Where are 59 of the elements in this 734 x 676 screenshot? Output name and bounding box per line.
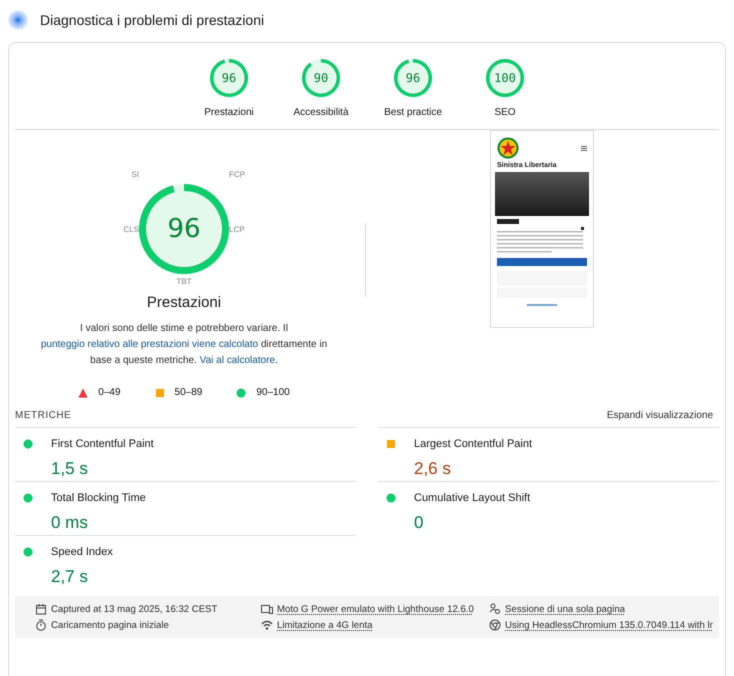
gauge-label: LCP xyxy=(229,224,245,234)
info-link[interactable]: Moto G Power emulato with Lighthouse 12.6.0 xyxy=(277,604,474,614)
text-link[interactable]: punteggio relativo alle prestazioni viene calcolato xyxy=(40,339,258,350)
menu-icon xyxy=(581,146,587,150)
square-icon xyxy=(154,388,165,398)
lighthouse-icon xyxy=(8,10,28,30)
description-text: I valori sono delle stime e potrebbero variare. Il punteggio relativo alle prestazioni viene calcolato direttamente in base a queste metriche. Vai al calcolatore. xyxy=(40,322,328,368)
category-label: SEO xyxy=(494,107,516,118)
timer-icon xyxy=(35,619,47,631)
metrics-heading: METRICHE xyxy=(15,410,72,421)
metric-value: 2,6 s xyxy=(414,458,452,479)
circle-icon xyxy=(23,493,33,504)
text-link[interactable]: Vai al calcolatore xyxy=(200,355,276,366)
info-link[interactable]: Using HeadlessChromium 135.0.7049.114 with lr xyxy=(505,620,713,630)
gauge-label: FCP xyxy=(229,170,245,178)
metric-value: 0 xyxy=(414,512,424,533)
circle-icon xyxy=(23,547,33,558)
metric-value: 0 ms xyxy=(51,512,89,533)
link-line xyxy=(527,304,557,306)
metric-name: Largest Contentful Paint xyxy=(414,438,534,450)
gauge-label: SI xyxy=(131,170,139,178)
gauge-title: Prestazioni xyxy=(146,294,222,311)
category-label: Best practice xyxy=(384,107,442,118)
circle-icon xyxy=(23,439,33,450)
score-gauge: 96 xyxy=(394,59,432,97)
section-title: Diagnostica i problemi di prestazioni xyxy=(40,12,264,28)
wifi-icon xyxy=(261,619,273,631)
metric-name: Cumulative Layout Shift xyxy=(414,492,532,504)
legend-label: 0–49 xyxy=(98,387,121,398)
legend-label: 90–100 xyxy=(256,387,290,398)
browser-icon xyxy=(489,619,501,631)
category-label: Prestazioni xyxy=(204,107,254,118)
tag-block xyxy=(497,219,519,224)
info-text: Captured at 13 mag 2025, 16:32 CEST xyxy=(51,604,218,614)
score-gauge: 96 xyxy=(210,59,248,97)
devices-icon xyxy=(261,603,273,615)
gauge-label: TBT xyxy=(176,276,192,286)
metric-value: 1,5 s xyxy=(51,458,89,479)
score-gauge: 90 xyxy=(302,59,340,97)
info-link[interactable]: Limitazione a 4G lenta xyxy=(277,620,372,630)
expand-view-link[interactable]: Espandi visualizzazione xyxy=(606,410,713,421)
score-gauge: 100 xyxy=(486,59,524,97)
star-logo-icon xyxy=(497,137,519,159)
metric-name: Total Blocking Time xyxy=(51,492,147,504)
info-link[interactable]: Sessione di una sola pagina xyxy=(505,604,626,614)
triangle-icon xyxy=(78,388,88,398)
category-label: Accessibilità xyxy=(293,107,349,118)
metric-name: Speed Index xyxy=(51,546,114,558)
square-icon xyxy=(386,439,396,450)
people-icon xyxy=(489,603,501,615)
score-gauge: 96 xyxy=(139,184,229,274)
circle-icon xyxy=(236,388,246,398)
info-text: Caricamento pagina iniziale xyxy=(51,620,169,630)
legend-label: 50–89 xyxy=(174,387,202,398)
calendar-icon xyxy=(35,603,47,615)
gauge-label: CLS xyxy=(123,224,139,234)
metric-value: 2,7 s xyxy=(51,566,89,587)
metric-name: First Contentful Paint xyxy=(51,438,155,450)
circle-icon xyxy=(386,493,396,504)
